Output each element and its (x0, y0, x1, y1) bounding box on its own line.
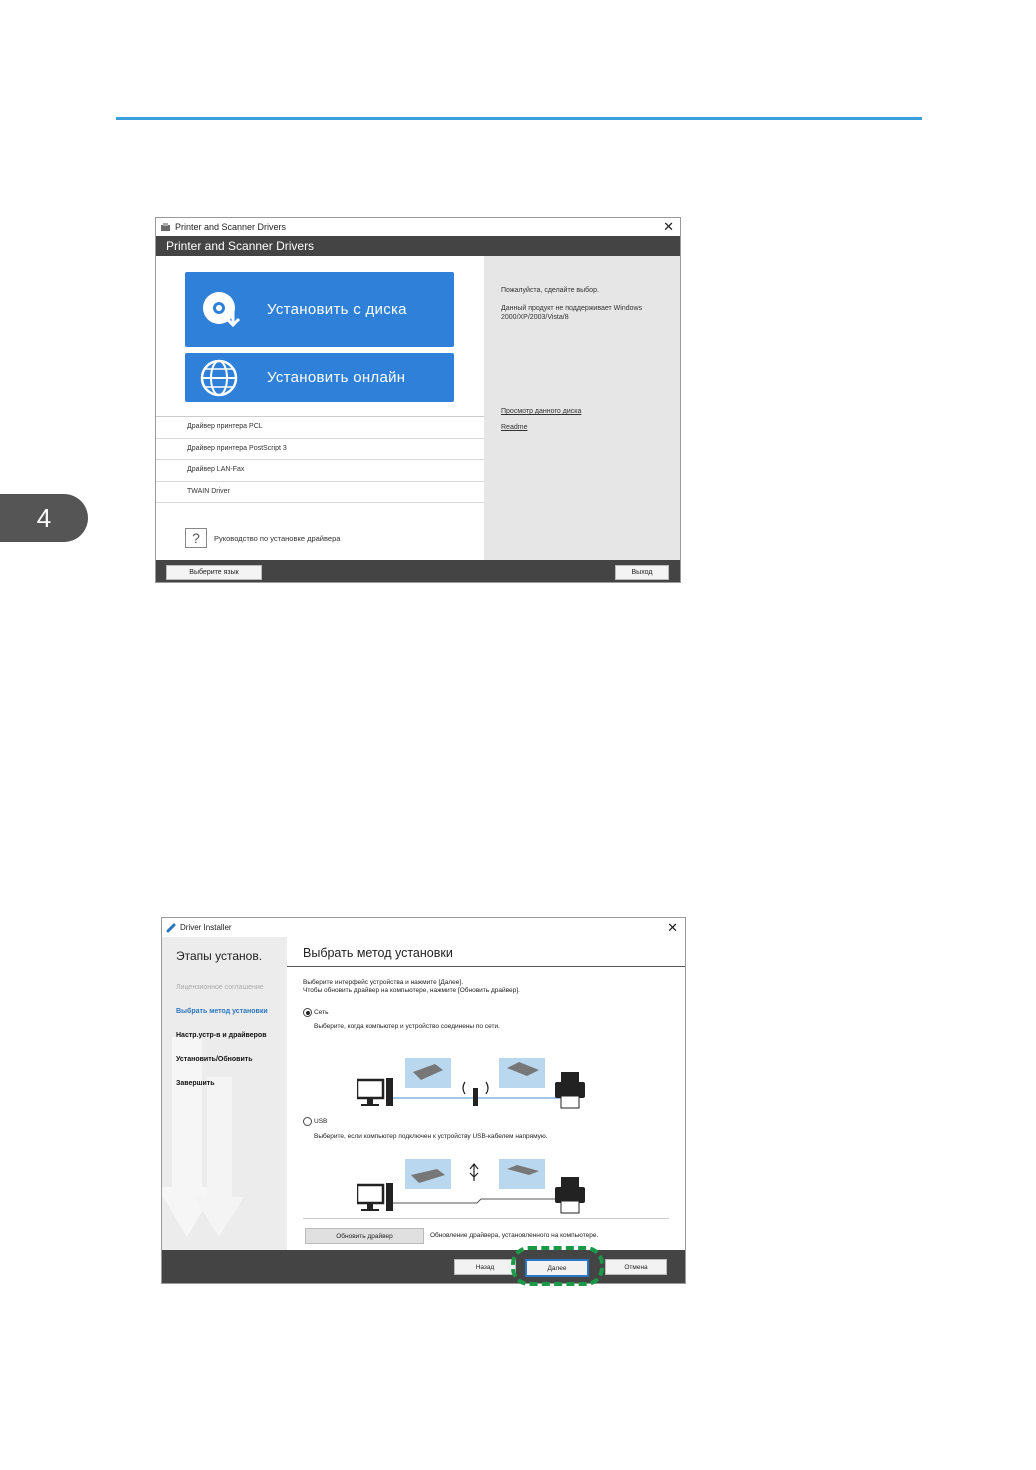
close-icon[interactable]: ✕ (663, 219, 674, 235)
steps-sidebar: Этапы установ. Лицензионное соглашение В… (162, 937, 287, 1250)
install-from-disc-label: Установить с диска (267, 301, 407, 318)
step-select-method: Выбрать метод установки (176, 1008, 268, 1015)
usb-description: Выберите, если компьютер подключен к уст… (314, 1133, 548, 1140)
select-language-button[interactable]: Выберите язык (166, 565, 262, 580)
driver-list: Драйвер принтера PCL Драйвер принтера Po… (156, 416, 484, 503)
install-guide-link[interactable]: ? Руководство по установке драйвера (185, 528, 340, 548)
driver-item-lan-fax[interactable]: Драйвер LAN-Fax (156, 460, 484, 482)
steps-title: Этапы установ. (176, 949, 263, 963)
header-rule (116, 117, 922, 120)
network-option-label: Сеть (314, 1009, 329, 1016)
driver-item-pcl[interactable]: Драйвер принтера PCL (156, 417, 484, 439)
disc-install-icon (203, 291, 241, 327)
readme-link[interactable]: Readme (501, 424, 527, 431)
info-pane: Пожалуйста, сделайте выбор. Данный проду… (484, 256, 680, 560)
install-online-label: Установить онлайн (267, 369, 406, 386)
instruction-line-1: Выберите интерфейс устройства и нажмите … (303, 979, 464, 986)
network-radio[interactable]: Сеть (303, 1008, 328, 1017)
info-prompt: Пожалуйста, сделайте выбор. (501, 287, 599, 294)
bottom-bar: Назад Далее Отмена (162, 1250, 685, 1283)
install-online-button[interactable]: Установить онлайн (185, 353, 454, 402)
back-button[interactable]: Назад (454, 1259, 516, 1275)
install-guide-label: Руководство по установке драйвера (214, 533, 341, 543)
globe-icon (200, 359, 238, 396)
exit-button[interactable]: Выход (615, 565, 669, 580)
window-titlebar: Driver Installer ✕ (162, 918, 685, 937)
app-icon (161, 222, 170, 231)
network-description: Выберите, когда компьютер и устройство с… (314, 1023, 500, 1030)
step-finish: Завершить (176, 1080, 215, 1087)
instruction-line-2: Чтобы обновить драйвер на компьютере, на… (303, 987, 520, 994)
printer-scanner-drivers-window: Printer and Scanner Drivers ✕ Printer an… (155, 217, 681, 583)
page-title: Выбрать метод установки (303, 946, 453, 960)
radio-selected-icon (303, 1008, 312, 1017)
info-notice: Данный продукт не поддерживает Windows 2… (501, 305, 643, 321)
cancel-button[interactable]: Отмена (605, 1259, 667, 1275)
browse-disc-link[interactable]: Просмотр данного диска (501, 408, 581, 415)
chapter-tab: 4 (0, 494, 88, 542)
update-driver-description: Обновление драйвера, установленного на к… (430, 1232, 599, 1239)
driver-item-twain[interactable]: TWAIN Driver (156, 482, 484, 503)
radio-unselected-icon (303, 1117, 312, 1126)
window-banner: Printer and Scanner Drivers (156, 236, 680, 256)
usb-radio[interactable]: USB (303, 1117, 327, 1126)
main-pane: Установить с диска Установить онлайн Дра… (156, 256, 484, 560)
installer-app-icon (166, 923, 176, 932)
main-pane: Выбрать метод установки Выберите интерфе… (287, 937, 685, 1250)
update-driver-button[interactable]: Обновить драйвер (305, 1228, 424, 1244)
install-from-disc-button[interactable]: Установить с диска (185, 272, 454, 347)
window-titlebar: Printer and Scanner Drivers ✕ (156, 218, 680, 236)
driver-item-postscript[interactable]: Драйвер принтера PostScript 3 (156, 439, 484, 460)
help-icon: ? (185, 528, 207, 548)
driver-installer-window: Driver Installer ✕ Этапы установ. Лиценз… (161, 917, 686, 1284)
window-title: Printer and Scanner Drivers (175, 222, 287, 232)
usb-option-label: USB (314, 1118, 328, 1125)
step-configure: Настр.устр-в и драйверов (176, 1032, 267, 1039)
heading-divider (287, 966, 685, 967)
next-button-highlight (511, 1246, 604, 1286)
section-divider (303, 1218, 669, 1219)
window-title: Driver Installer (180, 923, 232, 932)
step-license: Лицензионное соглашение (176, 984, 264, 991)
close-icon[interactable]: ✕ (667, 920, 678, 936)
bottom-bar: Выберите язык Выход (156, 560, 680, 582)
network-connection-illustration (357, 1058, 585, 1109)
step-install: Установить/Обновить (176, 1056, 253, 1063)
